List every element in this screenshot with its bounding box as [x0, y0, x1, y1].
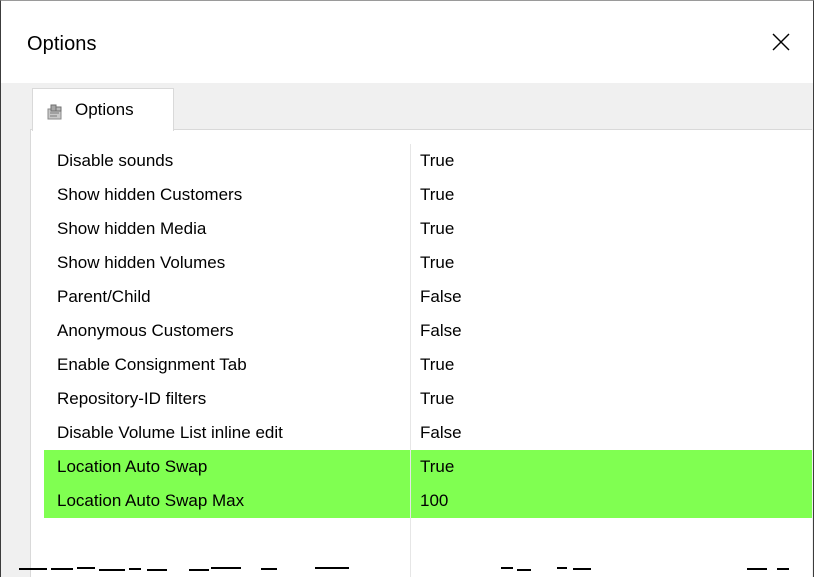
property-name: Enable Consignment Tab	[57, 355, 247, 374]
table-row[interactable]: Show hidden Media True	[44, 212, 812, 246]
property-value[interactable]: False	[420, 416, 800, 450]
title-bar: Options	[1, 1, 813, 83]
property-value[interactable]: True	[420, 144, 800, 178]
table-row[interactable]: Enable Consignment Tab True	[44, 348, 812, 382]
property-value[interactable]: True	[420, 348, 800, 382]
options-property-grid: Location Auto Swap Max 100 Location Auto S…	[44, 144, 812, 577]
property-name: Show hidden Customers	[57, 185, 243, 204]
close-icon	[772, 33, 790, 51]
options-tab-icon	[47, 104, 62, 120]
property-name: Parent/Child	[57, 287, 151, 306]
table-row[interactable]: Repository-ID filters True	[44, 382, 812, 416]
property-name: Disable Volume List inline edit	[57, 423, 283, 442]
column-divider[interactable]	[410, 144, 411, 577]
property-name: Repository-ID filters	[57, 389, 207, 408]
close-button[interactable]	[757, 15, 813, 69]
property-name: Show hidden Volumes	[57, 253, 226, 272]
tab-options-label: Options	[75, 100, 134, 119]
property-value[interactable]: True	[420, 382, 800, 416]
tab-options[interactable]: Options	[32, 88, 174, 131]
property-value[interactable]: True	[420, 246, 800, 280]
table-row[interactable]: Parent/Child False	[44, 280, 812, 314]
property-value[interactable]: True	[420, 178, 800, 212]
options-window: Options Options Location Auto Swap Max 10…	[0, 0, 814, 577]
property-name: Anonymous Customers	[57, 321, 234, 340]
property-name: Location Auto Swap Max	[57, 491, 245, 510]
property-value[interactable]: 100	[420, 484, 800, 518]
property-value[interactable]: False	[420, 314, 800, 348]
table-row[interactable]: Show hidden Volumes True	[44, 246, 812, 280]
window-title: Options	[27, 33, 97, 55]
options-panel: Location Auto Swap Max 100 Location Auto S…	[30, 129, 812, 577]
property-value[interactable]: True	[420, 450, 800, 484]
property-name: Disable sounds	[57, 151, 174, 170]
dialog-client-area: Options Location Auto Swap Max 100 Locatio…	[1, 83, 813, 577]
table-row[interactable]: Disable Volume List inline edit False	[44, 416, 812, 450]
property-value[interactable]: True	[420, 212, 800, 246]
table-row[interactable]: Location Auto Swap True	[44, 450, 812, 484]
table-row[interactable]: Anonymous Customers False	[44, 314, 812, 348]
property-name: Location Auto Swap	[57, 457, 208, 476]
table-row[interactable]: Location Auto Swap Max 100	[44, 484, 812, 518]
property-value[interactable]: False	[420, 280, 800, 314]
table-row[interactable]: Disable sounds True	[44, 144, 812, 178]
property-name: Show hidden Media	[57, 219, 207, 238]
table-row[interactable]: Show hidden Customers True	[44, 178, 812, 212]
